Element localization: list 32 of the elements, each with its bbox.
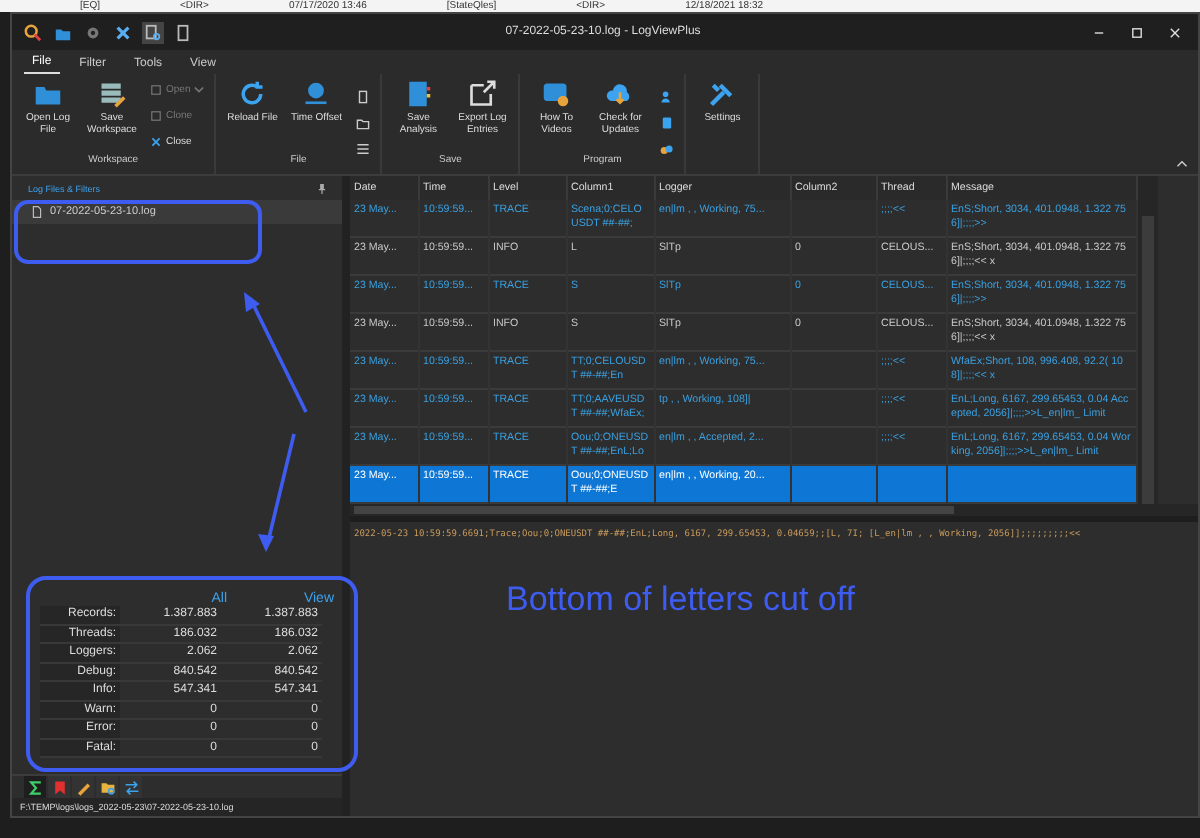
panel-tab[interactable] [96, 776, 118, 798]
close-icon[interactable] [1168, 25, 1182, 39]
panel-tab[interactable] [120, 776, 142, 798]
arrow-drawing [258, 433, 296, 552]
close-icon [150, 135, 162, 147]
pencil-icon [75, 779, 91, 795]
document-icon[interactable] [172, 21, 194, 43]
sigma-icon [27, 779, 43, 795]
workspace-icon [98, 80, 126, 108]
reload-icon [238, 80, 267, 108]
notebook-icon [404, 80, 433, 108]
annotation-text: Bottom of letters cut off [506, 580, 857, 620]
file-icon [355, 90, 370, 104]
people-icon [659, 142, 674, 156]
document-search-icon[interactable] [142, 21, 164, 43]
user-icon [659, 90, 674, 104]
maximize-icon[interactable] [1130, 25, 1144, 39]
folder-icon [355, 116, 370, 130]
export-icon [468, 80, 497, 108]
search-folder-icon [99, 779, 115, 795]
pin-icon[interactable] [318, 184, 326, 194]
document-icon [32, 206, 42, 218]
panel-tab[interactable] [24, 776, 46, 798]
swap-icon [123, 779, 139, 795]
cloud-icon [606, 80, 635, 108]
magnifier-icon[interactable] [22, 21, 44, 43]
caret-icon [194, 85, 205, 93]
scrollbar[interactable] [1137, 176, 1157, 504]
collapse-icon[interactable] [1176, 160, 1188, 168]
arrow-drawing [244, 292, 308, 413]
horizontal-scrollbar[interactable] [350, 504, 1198, 516]
panel-tab[interactable] [72, 776, 94, 798]
